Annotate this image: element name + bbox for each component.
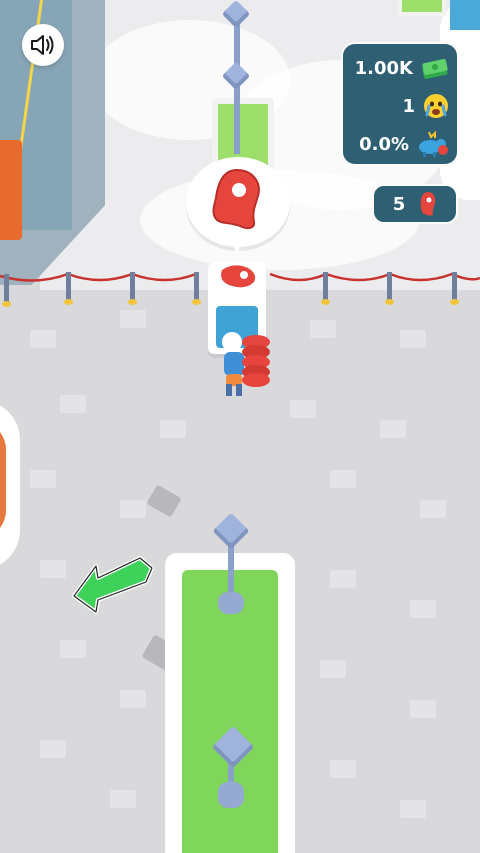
steak-icon xyxy=(212,168,260,230)
progress-value: 0.0% xyxy=(359,133,409,155)
money-row: 1.00K xyxy=(355,50,449,86)
rope-post xyxy=(387,272,392,302)
lamp-base xyxy=(218,782,244,808)
steak-icon xyxy=(421,192,436,216)
rope-post xyxy=(130,272,135,302)
player-character xyxy=(222,332,270,396)
angry-customers-row: 1 xyxy=(402,88,449,124)
lamp-head xyxy=(212,512,250,550)
money-value: 1.00K xyxy=(354,57,413,79)
steak-count-value: 5 xyxy=(392,193,406,215)
crying-face-icon xyxy=(424,94,448,118)
grass-patch xyxy=(398,0,446,16)
lamp-base xyxy=(218,592,244,614)
rope-post xyxy=(452,272,457,302)
rope-post xyxy=(323,272,328,302)
progress-row: 0.0% xyxy=(359,126,449,162)
green-arrow-icon xyxy=(72,556,154,614)
fountain-water xyxy=(450,0,480,30)
rope-post xyxy=(4,274,9,304)
steak-counter-panel: 5 xyxy=(372,184,458,224)
stats-panel: 1.00K 1 0.0% xyxy=(341,42,459,166)
rope-post xyxy=(194,272,199,302)
speaker-icon xyxy=(31,35,54,55)
sound-toggle-button[interactable] xyxy=(22,24,64,66)
angry-customers-value: 1 xyxy=(402,95,415,117)
cash-stack-icon xyxy=(422,59,448,79)
orange-counter xyxy=(0,140,22,240)
steak-icon xyxy=(221,265,256,288)
blue-cow-icon xyxy=(419,130,448,157)
rope-post xyxy=(66,272,71,302)
